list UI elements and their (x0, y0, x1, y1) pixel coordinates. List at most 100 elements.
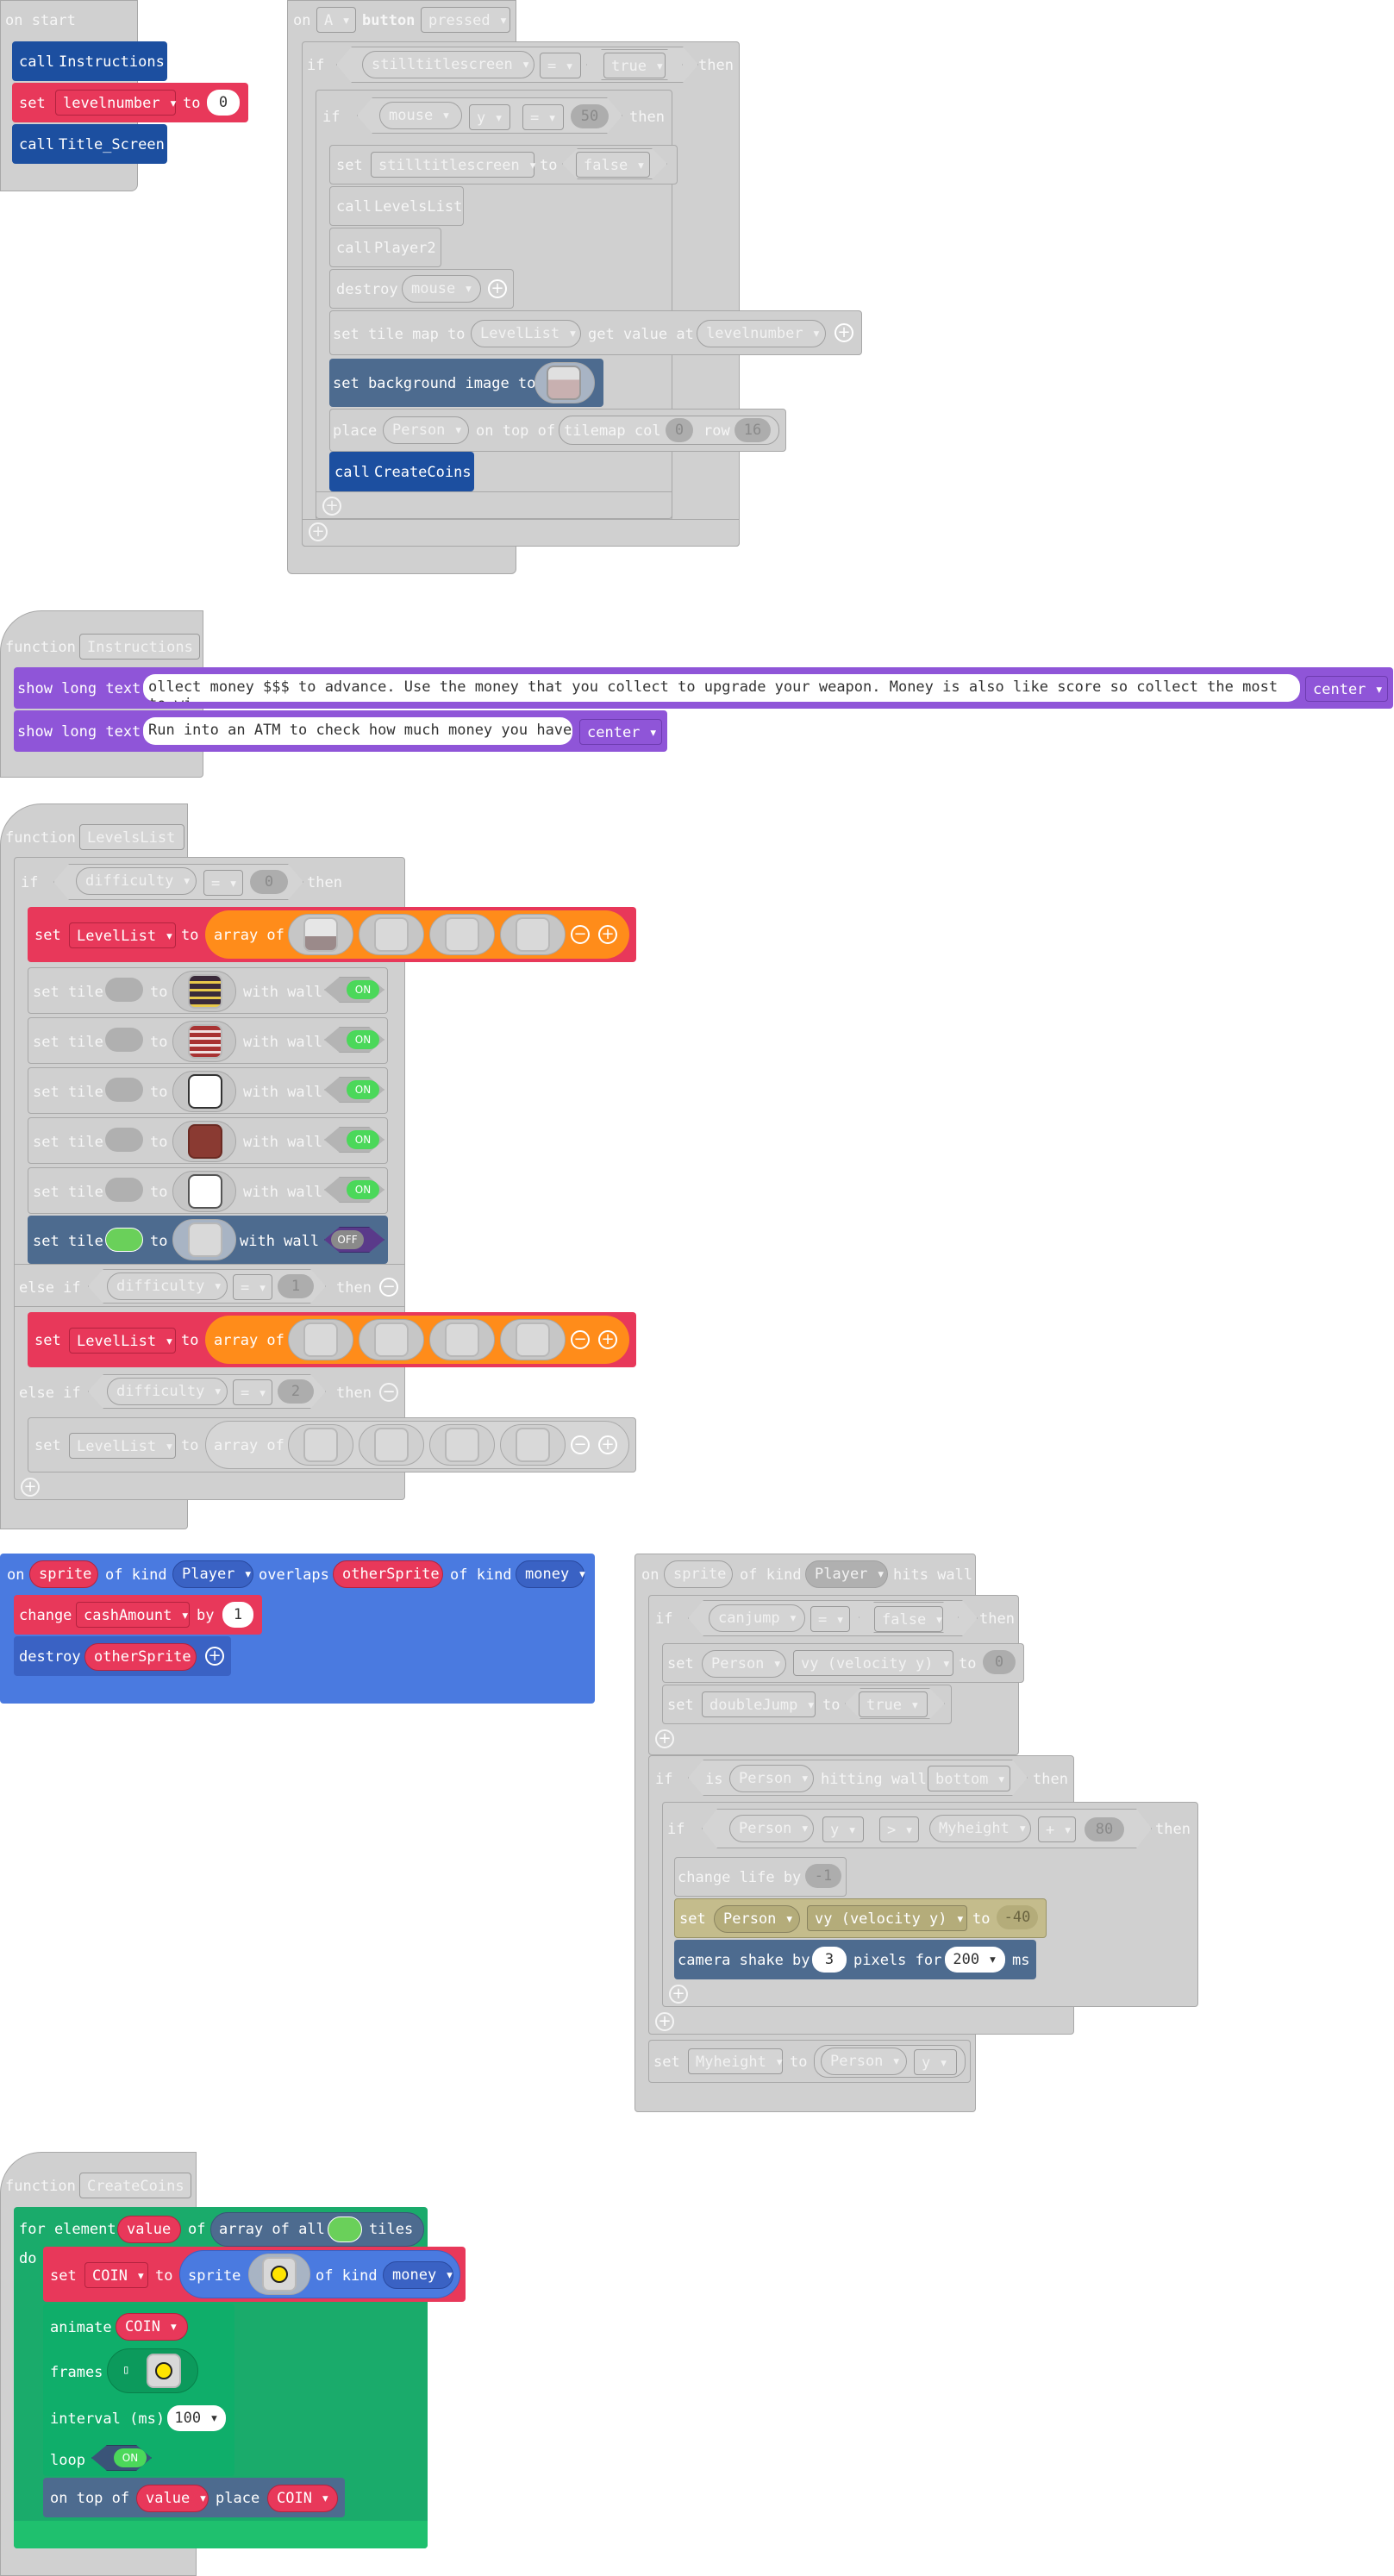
wall-side-dropdown[interactable]: bottom ▾ (928, 1766, 1010, 1791)
mouse-sprite[interactable]: mouse ▾ (402, 275, 481, 303)
stilltitlescreen-dropdown[interactable]: stilltitlescreen ▾ (371, 152, 537, 178)
kind-player-dropdown[interactable]: Player ▾ (805, 1560, 888, 1588)
levelnumber-value[interactable]: 0 (207, 90, 240, 116)
add-argument-icon[interactable]: + (835, 323, 853, 342)
doublejump-dropdown[interactable]: doubleJump ▾ (702, 1691, 816, 1717)
add-else-icon[interactable]: + (669, 1985, 688, 2004)
equals-operator[interactable]: = ▾ (810, 1606, 850, 1632)
value-var[interactable]: value ▾ (136, 2485, 209, 2512)
true-dropdown[interactable]: true ▾ (859, 1691, 928, 1717)
levellist-dropdown[interactable]: LevelList ▾ (69, 1328, 176, 1354)
coin-var[interactable]: COIN ▾ (267, 2485, 338, 2512)
y-property[interactable]: y ▾ (914, 2049, 957, 2075)
person-sprite[interactable]: Person ▾ (729, 1815, 814, 1842)
tile-color-swatch[interactable] (105, 1028, 143, 1052)
equals-operator[interactable]: = ▾ (522, 104, 564, 130)
tile-color-swatch[interactable] (105, 978, 143, 1002)
difficulty-value[interactable]: 1 (278, 1274, 314, 1298)
kind-money-dropdown[interactable]: money ▾ (516, 1560, 587, 1588)
coin-var[interactable]: COIN ▾ (116, 2313, 188, 2341)
compare-value[interactable]: 50 (571, 104, 609, 128)
person-sprite[interactable]: Person ▾ (714, 1905, 800, 1933)
offset-value[interactable]: 80 (1085, 1817, 1124, 1841)
person-sprite[interactable]: Person ▾ (383, 416, 469, 444)
add-else-icon[interactable]: + (655, 1729, 674, 1748)
add-argument-icon[interactable]: + (205, 1647, 224, 1666)
value-var[interactable]: value (117, 2216, 181, 2243)
stilltitlescreen-var[interactable]: stilltitlescreen ▾ (362, 51, 534, 78)
remove-item-icon[interactable]: − (571, 1435, 590, 1454)
tile-color-swatch[interactable] (105, 1228, 143, 1252)
add-item-icon[interactable]: + (598, 1435, 617, 1454)
long-text-input-1[interactable]: ollect money $$$ to advance. Use the mon… (143, 674, 1300, 702)
equals-operator[interactable]: = ▾ (203, 870, 243, 896)
remove-else-icon[interactable]: − (379, 1383, 398, 1402)
greater-operator[interactable]: > ▾ (879, 1816, 919, 1842)
tile-color-swatch[interactable] (105, 1178, 143, 1202)
levelnumber-var[interactable]: levelnumber ▾ (697, 320, 826, 347)
difficulty-var[interactable]: difficulty ▾ (107, 1272, 228, 1300)
vy-value[interactable]: -40 (997, 1905, 1038, 1929)
add-else-icon[interactable]: + (655, 2012, 674, 2031)
change-value[interactable]: 1 (222, 1602, 253, 1628)
cashamount-dropdown[interactable]: cashAmount ▾ (76, 1602, 190, 1628)
othersprite-var[interactable]: otherSprite (333, 1560, 443, 1588)
button-key-dropdown[interactable]: A ▾ (316, 7, 356, 33)
life-value[interactable]: -1 (805, 1864, 841, 1888)
text-position-dropdown[interactable]: center ▾ (1305, 676, 1388, 702)
equals-operator[interactable]: = ▾ (233, 1379, 272, 1405)
plus-operator[interactable]: + ▾ (1038, 1816, 1076, 1842)
add-item-icon[interactable]: + (598, 1330, 617, 1349)
button-event-dropdown[interactable]: pressed ▾ (421, 7, 510, 33)
person-sprite[interactable]: Person ▾ (702, 1650, 786, 1678)
shake-value[interactable]: 3 (812, 1947, 847, 1973)
text-position-dropdown[interactable]: center ▾ (579, 719, 662, 745)
othersprite-var[interactable]: otherSprite (84, 1643, 197, 1671)
vy-value[interactable]: 0 (983, 1650, 1016, 1674)
coin-dropdown[interactable]: COIN ▾ (84, 2262, 148, 2288)
interval-dropdown[interactable]: 100 ▾ (167, 2405, 226, 2431)
canjump-var[interactable]: canjump ▾ (709, 1604, 805, 1632)
equals-operator[interactable]: = ▾ (233, 1274, 272, 1300)
vy-property[interactable]: vy (velocity y) ▾ (807, 1905, 967, 1931)
add-else-icon[interactable]: + (322, 497, 341, 516)
remove-else-icon[interactable]: − (379, 1278, 398, 1297)
true-dropdown[interactable]: true ▾ (603, 53, 666, 78)
long-text-input-2[interactable]: Run into an ATM to check how much money … (143, 717, 572, 745)
add-item-icon[interactable]: + (598, 925, 617, 944)
levellist-var[interactable]: LevelList ▾ (471, 320, 581, 347)
myheight-dropdown[interactable]: Myheight ▾ (688, 2048, 784, 2074)
equals-operator[interactable]: = ▾ (540, 53, 581, 78)
col-value[interactable]: 0 (666, 418, 693, 442)
sprite-var[interactable]: sprite (29, 1560, 98, 1588)
difficulty-var[interactable]: difficulty ▾ (76, 867, 197, 895)
levelnumber-dropdown[interactable]: levelnumber ▾ (55, 90, 178, 116)
person-sprite[interactable]: Person ▾ (729, 1765, 814, 1792)
tile-color-swatch[interactable] (105, 1078, 143, 1102)
tile-color-swatch[interactable] (105, 1128, 143, 1152)
add-argument-icon[interactable]: + (488, 279, 507, 298)
difficulty-value[interactable]: 0 (250, 870, 288, 894)
mouse-sprite[interactable]: mouse ▾ (379, 102, 462, 129)
kind-money-dropdown[interactable]: money ▾ (383, 2261, 454, 2289)
kind-player-dropdown[interactable]: Player ▾ (172, 1560, 253, 1588)
vy-property[interactable]: vy (velocity y) ▾ (793, 1650, 953, 1676)
sprite-var[interactable]: sprite (664, 1560, 733, 1588)
false-dropdown[interactable]: false ▾ (874, 1606, 944, 1632)
person-sprite[interactable]: Person ▾ (821, 2048, 907, 2075)
remove-item-icon[interactable]: − (571, 1330, 590, 1349)
levellist-dropdown[interactable]: LevelList ▾ (69, 1433, 176, 1459)
myheight-var[interactable]: Myheight ▾ (929, 1815, 1031, 1842)
shake-duration-dropdown[interactable]: 200 ▾ (945, 1947, 1005, 1973)
row-value[interactable]: 16 (735, 418, 771, 442)
y-property[interactable]: y ▾ (822, 1816, 864, 1842)
add-else-icon[interactable]: + (309, 522, 328, 541)
add-else-icon[interactable]: + (21, 1478, 40, 1497)
function-name-field[interactable]: CreateCoins (79, 2173, 191, 2198)
remove-item-icon[interactable]: − (571, 925, 590, 944)
levellist-dropdown[interactable]: LevelList ▾ (69, 922, 176, 948)
function-name-field[interactable]: LevelsList (79, 824, 184, 850)
y-property[interactable]: y ▾ (469, 104, 510, 130)
function-name-field[interactable]: Instructions (79, 634, 200, 660)
false-dropdown[interactable]: false ▾ (576, 152, 650, 178)
